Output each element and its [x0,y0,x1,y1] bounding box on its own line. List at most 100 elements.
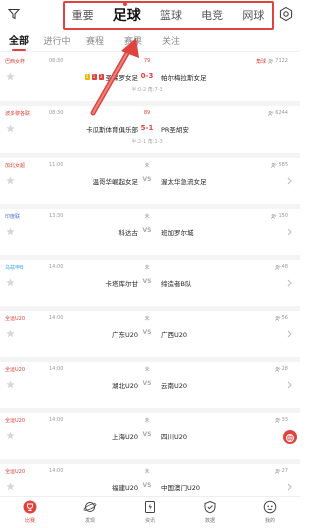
subtab-schedule[interactable]: 赛程 [76,34,114,51]
match-minute: 79 [143,58,151,64]
top-bar: 重要 足球 篮球 电竞 网球 [0,0,300,30]
nav-label: 比赛 [24,518,35,524]
away-team: 中国澳门U20 [161,484,201,492]
halftime-corners: 半:2-1 角:1-3 [131,139,163,145]
chevron-right-icon[interactable] [287,177,292,185]
nav-discover[interactable]: 发现 [70,497,110,528]
people-icon [271,213,277,219]
subtab-live[interactable]: 进行中 [38,34,76,51]
chevron-right-icon[interactable] [287,279,292,287]
follower-count: 27 [274,468,288,474]
tab-football[interactable]: 足球 [113,5,141,25]
match-row[interactable]: 加北女超 11:00 未 585 温哥华崛起女足 VS 渥太华急流女足 [0,158,300,209]
star-icon[interactable] [6,176,15,185]
shield-icon [204,500,216,514]
away-team: 帕尔梅拉斯女足 [161,74,207,82]
nav-label: 资讯 [144,518,155,524]
star-icon[interactable] [6,380,15,389]
match-time: 08:30 [49,58,64,64]
star-icon[interactable] [6,431,15,440]
highlight-dot [123,2,127,6]
match-score: 5-1 [140,124,154,132]
away-team: 云南U20 [161,382,188,390]
match-row[interactable]: 全运U20 14:00 未 56 广东U20 VS 广西U20 [0,311,300,362]
home-team: 福建U20 [111,484,138,492]
trophy-icon [23,500,37,514]
sub-tabs: 全部 进行中 赛程 赛果 关注 [0,32,300,52]
home-team: 2 1 3 圣保罗女足 [84,74,138,82]
match-row[interactable]: 印度联 13:30 未 150 科达古 VS 班加罗尔城 [0,209,300,260]
bottom-nav: 比赛 发现 资讯 数据 我的 [0,496,300,528]
match-row[interactable]: 全运U20 14:00 未 33 上海U20 VS 四川U20 [0,413,300,464]
planet-icon [83,502,97,512]
chevron-right-icon[interactable] [287,330,292,338]
vs-label: VS [142,278,152,285]
nav-news[interactable]: 资讯 [130,497,170,528]
follower-count: 6244 [268,110,288,116]
home-team: 科达古 [118,229,139,237]
match-row[interactable]: 波多黎各联 08:30 89 6244 卡瓜斯体育俱乐部 5-1 PR圣胡安 半… [0,106,300,158]
match-row[interactable]: 巴西女杯 08:30 79 角球 7122 2 1 3 圣保罗女足 0-3 帕尔… [0,54,300,106]
follower-count: 7122 [268,58,288,64]
match-row[interactable]: 乌兹甲B 14:00 未 48 卡塔库尔甘 VS 缔造者B队 [0,260,300,311]
match-time: 11:00 [49,162,64,168]
subtab-following[interactable]: 关注 [152,34,190,51]
sport-tabs: 重要 足球 篮球 电竞 网球 [62,0,274,30]
league-name: 全运U20 [5,469,26,475]
home-team: 上海U20 [111,433,138,441]
tab-basketball[interactable]: 篮球 [160,7,182,23]
nav-matches[interactable]: 比赛 [10,497,50,528]
vs-label: VS [142,227,152,234]
subtab-all[interactable]: 全部 [0,32,38,51]
chevron-right-icon[interactable] [287,228,292,236]
settings-icon[interactable] [278,6,294,22]
away-team: 四川U20 [161,433,188,441]
nav-label: 发现 [84,518,95,524]
match-time: 14:00 [49,264,64,270]
match-status: 未 [144,367,150,373]
star-icon[interactable] [6,227,15,236]
follower-count: 150 [271,213,288,219]
tab-esports[interactable]: 电竞 [201,7,223,23]
league-name: 印度联 [5,214,21,220]
floating-action-button[interactable] [283,430,297,444]
nav-label: 我的 [264,518,275,524]
news-icon [145,501,155,513]
people-icon [274,417,280,423]
vs-label: VS [142,329,152,336]
match-minute: 89 [143,110,151,116]
people-icon [274,468,280,474]
nav-data[interactable]: 数据 [190,497,230,528]
nav-profile[interactable]: 我的 [250,497,290,528]
follower-count: 28 [274,366,288,372]
yellow-card: 2 [84,74,90,80]
red-card: 3 [98,74,104,80]
star-icon[interactable] [6,72,15,81]
match-status: 未 [144,316,150,322]
match-status: 未 [144,418,150,424]
chevron-right-icon[interactable] [287,483,292,491]
vs-label: VS [142,482,152,489]
filter-icon[interactable] [8,8,20,20]
home-team: 卡瓜斯体育俱乐部 [86,126,138,134]
tab-important[interactable]: 重要 [72,7,94,23]
vs-label: VS [142,176,152,183]
star-icon[interactable] [6,329,15,338]
match-time: 14:00 [49,366,64,372]
away-team: 广西U20 [161,331,188,339]
tab-tennis[interactable]: 网球 [242,7,264,23]
away-team: 缔造者B队 [161,280,192,288]
match-time: 14:00 [49,315,64,321]
star-icon[interactable] [6,482,15,491]
star-icon[interactable] [6,124,15,133]
halftime-corners: 半:0-2 角:7-3 [131,87,163,93]
subtab-results[interactable]: 赛果 [114,34,152,51]
star-icon[interactable] [6,278,15,287]
league-name: 全运U20 [5,316,26,322]
league-name: 加北女超 [5,163,26,169]
vs-label: VS [142,380,152,387]
chevron-right-icon[interactable] [287,381,292,389]
match-row[interactable]: 全运U20 14:00 未 27 福建U20 VS 中国澳门U20 [0,464,300,496]
match-status: 未 [144,214,150,220]
match-row[interactable]: 全运U20 14:00 未 28 湖北U20 VS 云南U20 [0,362,300,413]
